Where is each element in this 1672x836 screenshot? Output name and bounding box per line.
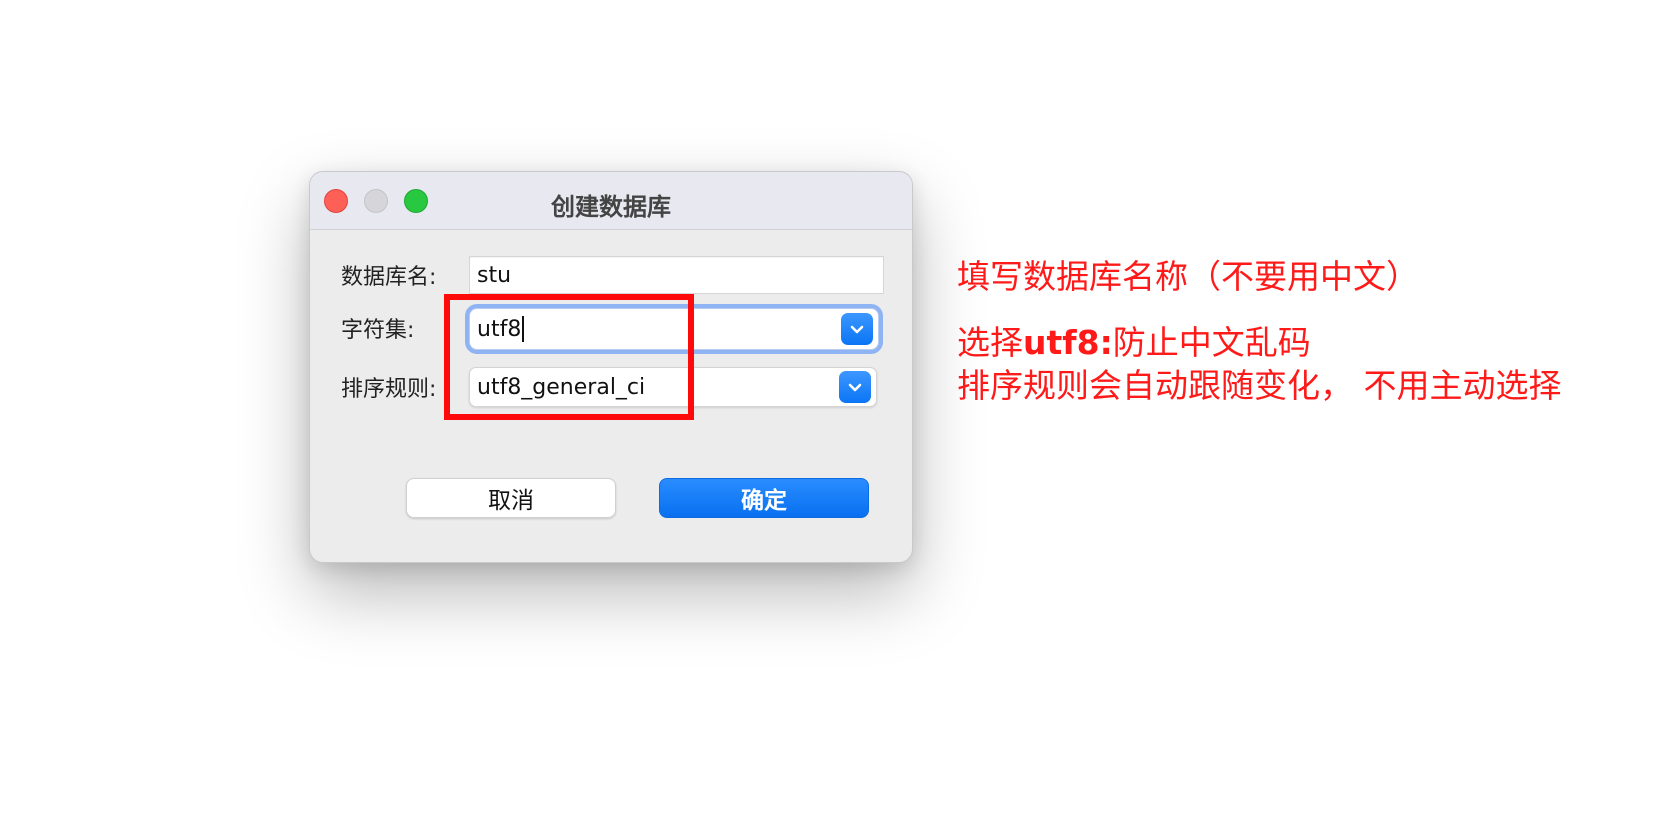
collation-dropdown-button[interactable] <box>839 371 871 403</box>
database-name-label: 数据库名: <box>341 265 437 290</box>
confirm-button[interactable]: 确定 <box>659 478 869 518</box>
chevron-down-icon <box>848 383 862 392</box>
screenshot-stage: 创建数据库 数据库名: stu 字符集: utf8 排序规则: utf8_gen… <box>0 0 1672 836</box>
cancel-button[interactable]: 取消 <box>406 478 616 518</box>
charset-dropdown-button[interactable] <box>841 313 873 345</box>
charset-label: 字符集: <box>341 318 415 343</box>
database-name-value: stu <box>477 262 512 288</box>
database-name-input[interactable]: stu <box>469 256 884 294</box>
collation-label: 排序规则: <box>341 377 437 402</box>
annotation-charset-bold: utf8: <box>1023 323 1113 362</box>
annotation-collation-hint: 排序规则会自动跟随变化， 不用主动选择 <box>957 366 1562 405</box>
annotation-charset-suffix: 防止中文乱码 <box>1112 323 1311 362</box>
annotation-highlight-box <box>444 294 694 420</box>
annotation-name-hint: 填写数据库名称（不要用中文） <box>957 257 1419 296</box>
chevron-down-icon <box>850 325 864 334</box>
annotation-charset-prefix: 选择 <box>957 323 1023 362</box>
dialog-title: 创建数据库 <box>551 193 671 221</box>
annotation-charset-hint: 选择utf8:防止中文乱码 <box>957 316 1311 364</box>
title-bar: 创建数据库 <box>310 172 912 230</box>
